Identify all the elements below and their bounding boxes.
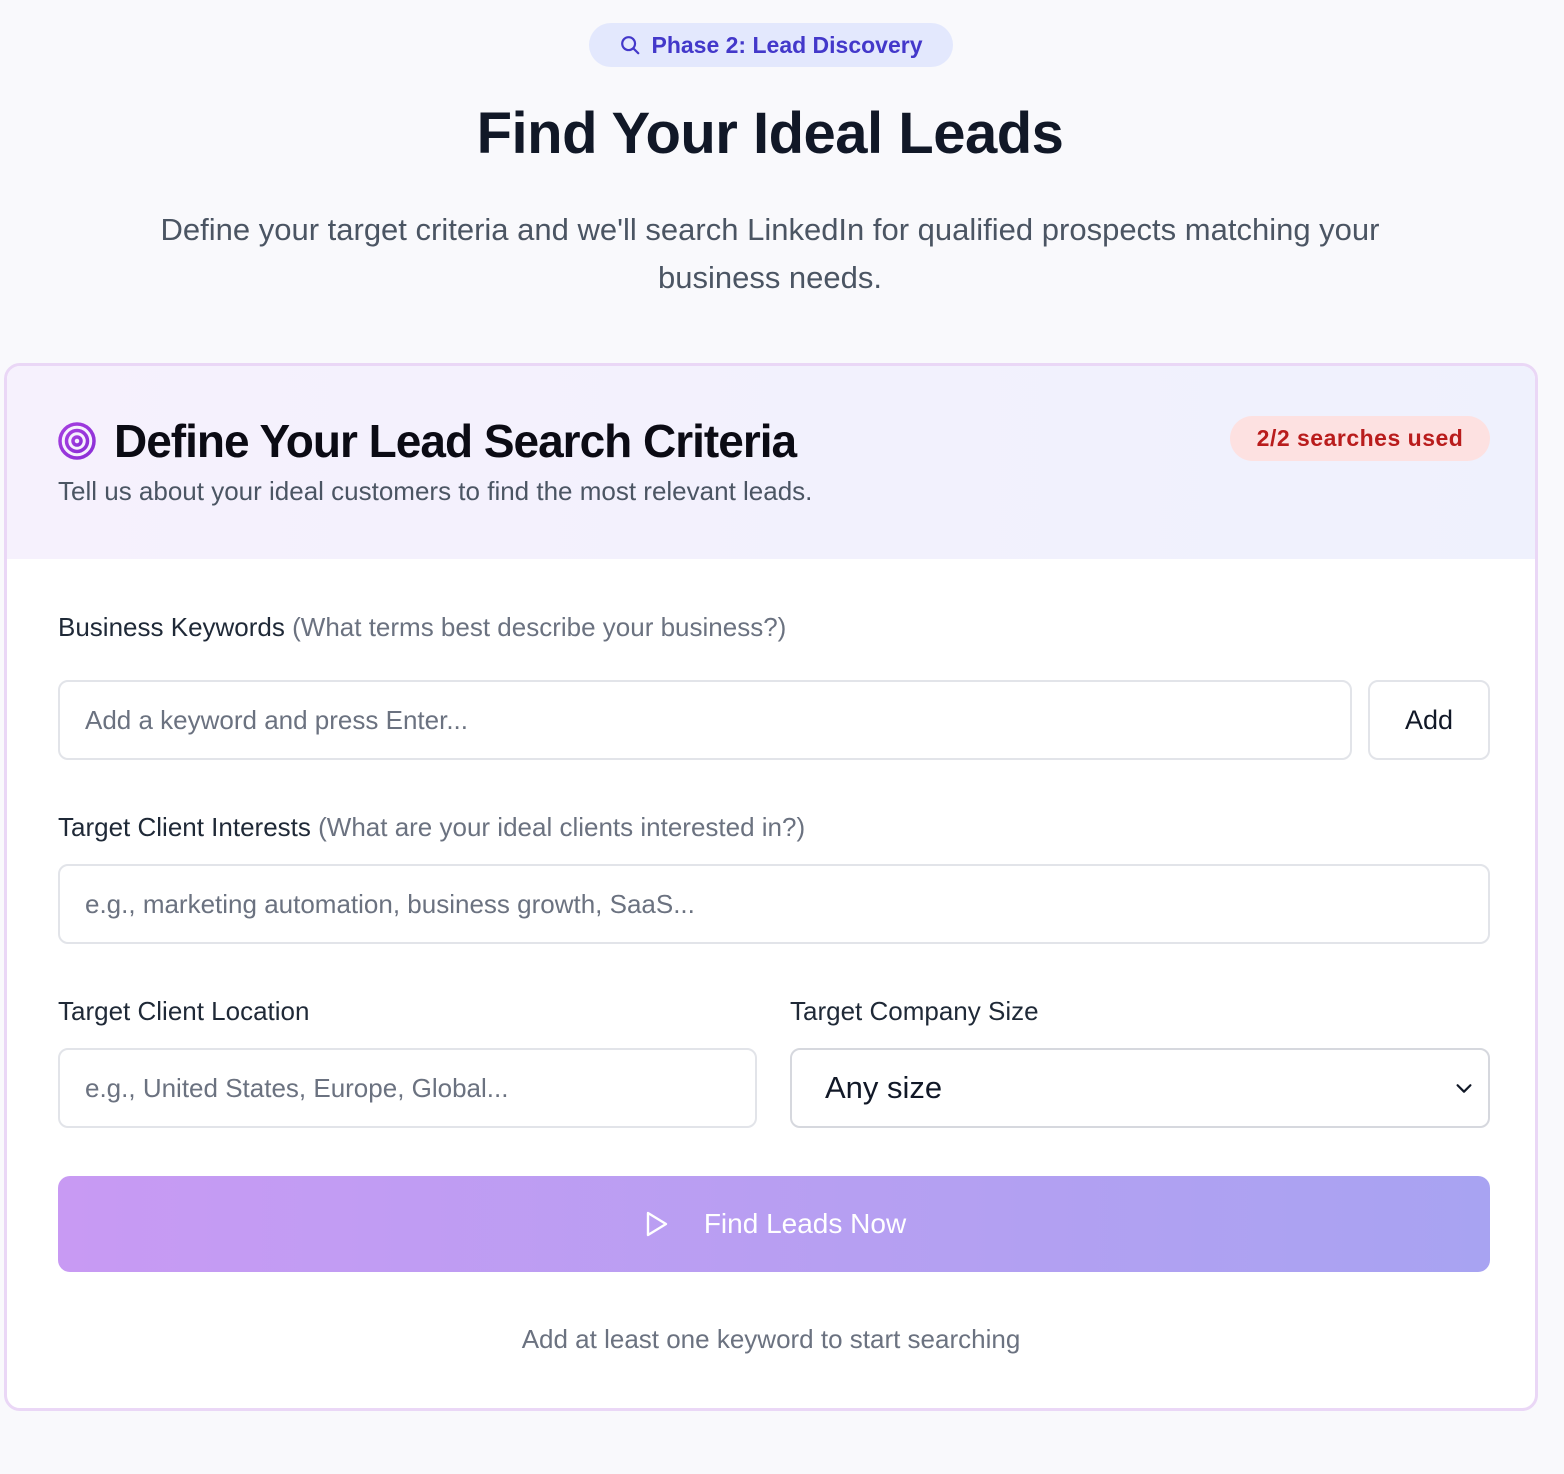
company-size-label: Target Company Size [790, 996, 1039, 1026]
chevron-down-icon [1456, 1084, 1472, 1093]
card-description: Tell us about your ideal customers to fi… [58, 476, 813, 506]
page-title: Find Your Ideal Leads [476, 101, 1064, 166]
lead-discovery-page: Phase 2: Lead Discovery Find Your Ideal … [0, 0, 1564, 1474]
phase-badge-label: Phase 2: Lead Discovery [651, 31, 923, 58]
company-size-value: Any size [825, 1070, 943, 1105]
play-icon [646, 1211, 668, 1237]
phase-badge: Phase 2: Lead Discovery [589, 23, 953, 67]
find-leads-label: Find Leads Now [703, 1208, 907, 1239]
keywords-label: Business Keywords (What terms best descr… [58, 612, 786, 643]
add-keyword-button[interactable]: Add [1368, 680, 1490, 760]
interests-label: Target Client Interests (What are your i… [58, 812, 805, 843]
location-label: Target Client Location [58, 996, 310, 1026]
helper-text: Add at least one keyword to start search… [521, 1324, 1021, 1354]
target-icon [58, 422, 96, 460]
interests-input[interactable] [58, 864, 1490, 944]
location-input[interactable] [58, 1048, 757, 1128]
keywords-label-text: Business Keywords [58, 612, 285, 642]
interests-hint: (What are your ideal clients interested … [318, 812, 806, 842]
search-icon [621, 36, 640, 55]
company-size-select[interactable]: Any size [790, 1048, 1490, 1128]
keyword-input[interactable] [58, 680, 1352, 760]
searches-used-badge: 2/2 searches used [1230, 416, 1490, 461]
keywords-hint: (What terms best describe your business?… [292, 612, 787, 642]
interests-label-text: Target Client Interests [58, 812, 311, 842]
page-subtitle: Define your target criteria and we'll se… [160, 212, 1380, 295]
card-title: Define Your Lead Search Criteria [114, 415, 797, 467]
search-criteria-card: Define Your Lead Search Criteria Tell us… [4, 363, 1538, 1411]
card-header: Define Your Lead Search Criteria Tell us… [7, 366, 1535, 559]
find-leads-button[interactable]: Find Leads Now [58, 1176, 1490, 1272]
